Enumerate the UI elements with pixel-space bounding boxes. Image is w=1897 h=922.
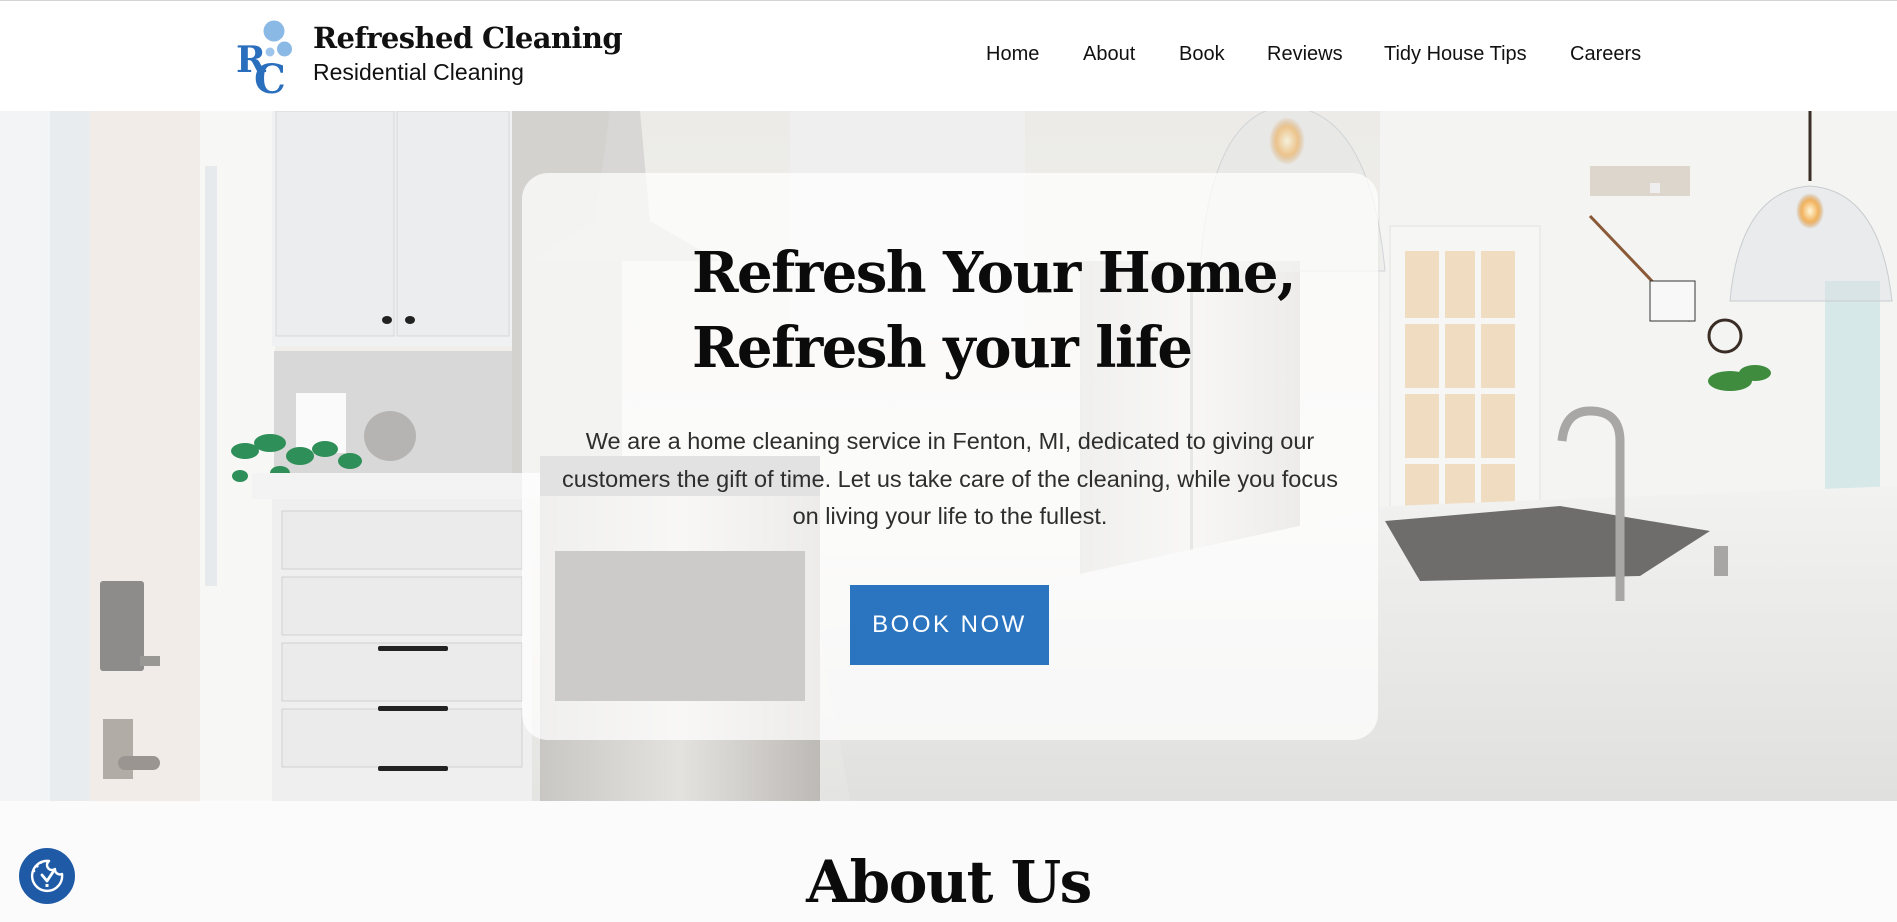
- brand-tagline: Residential Cleaning: [313, 59, 524, 85]
- brand-logo[interactable]: R C: [236, 19, 296, 103]
- nav-home[interactable]: Home: [986, 43, 1039, 66]
- nav-reviews[interactable]: Reviews: [1267, 43, 1343, 66]
- book-now-button[interactable]: BOOK NOW: [850, 585, 1049, 665]
- bubbles-monogram-icon: R C: [236, 20, 292, 103]
- brand-name[interactable]: Refreshed Cleaning: [313, 21, 623, 55]
- hero-description: We are a home cleaning service in Fenton…: [562, 428, 1338, 529]
- nav-tidy-house-tips[interactable]: Tidy House Tips: [1384, 43, 1527, 66]
- logo-letter-c: C: [254, 56, 286, 95]
- site-header: R C Refreshed Cleaning Residential Clean…: [0, 1, 1897, 111]
- hero-title: Refresh Your Home, Refresh your life: [692, 236, 1296, 386]
- hero-title-line-2: Refresh your life: [692, 315, 1193, 381]
- nav-careers[interactable]: Careers: [1570, 43, 1641, 66]
- about-us-heading: About Us: [806, 848, 1092, 916]
- nav-book[interactable]: Book: [1179, 43, 1225, 66]
- nav-about[interactable]: About: [1083, 43, 1135, 66]
- cookie-check-icon: [30, 859, 64, 893]
- cookie-consent-button[interactable]: [19, 848, 75, 904]
- hero-title-line-1: Refresh Your Home,: [692, 240, 1296, 306]
